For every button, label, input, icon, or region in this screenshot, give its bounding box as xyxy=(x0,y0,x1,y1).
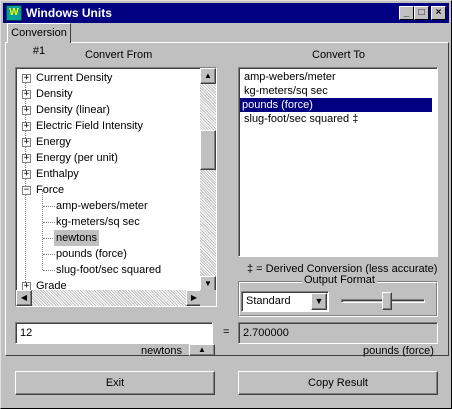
input-value-field[interactable]: 12 xyxy=(15,322,213,344)
list-item[interactable]: slug-foot/sec squared ‡ xyxy=(242,112,360,126)
list-item-label: pounds (force) xyxy=(242,99,313,111)
result-value-field: 2.700000 xyxy=(238,322,438,344)
tree-connector xyxy=(43,206,55,207)
precision-slider[interactable] xyxy=(339,291,427,312)
tree-item-label: Energy xyxy=(36,136,71,148)
expand-icon[interactable]: + xyxy=(22,74,31,83)
output-format-label: Output Format xyxy=(302,274,377,286)
expand-icon[interactable]: + xyxy=(22,106,31,115)
copy-result-button-label: Copy Result xyxy=(308,377,368,389)
app-icon[interactable]: W xyxy=(6,5,22,21)
format-select-value: Standard xyxy=(246,295,291,307)
input-unit-label: newtons xyxy=(141,345,182,357)
scroll-thumb[interactable] xyxy=(200,130,216,170)
convert-to-list[interactable]: amp-webers/meter kg-meters/sq sec pounds… xyxy=(238,67,438,257)
expand-icon[interactable]: + xyxy=(22,90,31,99)
slider-thumb[interactable] xyxy=(381,292,392,310)
list-item-label: slug-foot/sec squared ‡ xyxy=(244,113,359,125)
window-title: Windows Units xyxy=(26,6,112,20)
expand-icon[interactable]: + xyxy=(22,170,31,179)
tree-leaf-label: slug-foot/sec squared xyxy=(56,264,162,276)
tree-horizontal-scrollbar[interactable]: ◀ ▶ xyxy=(16,290,202,306)
up-arrow-icon[interactable]: ▲ xyxy=(189,344,215,356)
maximize-button[interactable]: □ xyxy=(414,6,429,20)
expand-icon[interactable]: + xyxy=(22,122,31,131)
list-item-label: amp-webers/meter xyxy=(244,71,336,83)
minimize-button[interactable]: _ xyxy=(399,6,414,20)
list-item-selected[interactable]: pounds (force) xyxy=(240,98,432,112)
tree-leaf-selected[interactable]: newtons xyxy=(54,230,99,246)
app-window: W Windows Units _ □ × Conversion #1 Conv… xyxy=(0,0,452,409)
close-button[interactable]: × xyxy=(431,6,446,20)
tree-item-label: Force xyxy=(36,184,65,196)
tree-item-label: Electric Field Intensity xyxy=(36,120,143,132)
tree-leaf-label: pounds (force) xyxy=(56,248,127,260)
tree-item-label: Current Density xyxy=(36,72,113,84)
tree-connector xyxy=(42,190,43,270)
exit-button-label: Exit xyxy=(105,377,125,389)
unit-tree[interactable]: + Current Density + Density + Density (l… xyxy=(15,67,217,307)
tree-item-label: Density (linear) xyxy=(36,104,110,116)
list-item[interactable]: amp-webers/meter xyxy=(242,70,338,84)
collapse-icon[interactable]: − xyxy=(22,186,31,195)
title-bar[interactable]: W Windows Units _ □ × xyxy=(3,3,449,23)
expand-icon[interactable]: + xyxy=(22,154,31,163)
equals-sign: = xyxy=(223,326,230,338)
result-value-text: 2.700000 xyxy=(243,327,289,339)
list-item[interactable]: kg-meters/sq sec xyxy=(242,84,330,98)
result-unit-label: pounds (force) xyxy=(363,345,434,357)
tree-connector xyxy=(43,270,55,271)
input-value-text: 12 xyxy=(20,327,33,339)
tree-leaf-label: amp-webers/meter xyxy=(56,200,148,212)
tab-conversion-1[interactable]: Conversion #1 xyxy=(7,23,71,57)
copy-result-button[interactable]: Copy Result xyxy=(238,371,438,395)
tree-leaf[interactable]: pounds (force) xyxy=(56,246,127,262)
tree-leaf[interactable]: kg-meters/sq sec xyxy=(56,214,140,230)
tree-item-label: Density xyxy=(36,88,73,100)
tree-leaf-label: newtons xyxy=(56,232,97,244)
scroll-left-button[interactable]: ◀ xyxy=(16,290,32,306)
scroll-up-button[interactable]: ▲ xyxy=(200,68,216,84)
tree-leaf-label: kg-meters/sq sec xyxy=(56,216,140,228)
convert-from-heading: Convert From xyxy=(85,49,153,61)
tree-connector xyxy=(43,254,55,255)
tree-connector xyxy=(43,222,55,223)
tree-leaf[interactable]: amp-webers/meter xyxy=(56,198,148,214)
tree-item-label: Energy (per unit) xyxy=(36,152,118,164)
convert-to-heading: Convert To xyxy=(312,49,365,61)
chevron-down-icon[interactable]: ▼ xyxy=(311,293,327,310)
tree-vertical-scrollbar[interactable]: ▲ ▼ xyxy=(200,68,216,292)
exit-button[interactable]: Exit xyxy=(15,371,215,395)
format-select[interactable]: Standard ▼ xyxy=(241,291,329,312)
scrollbar-corner xyxy=(200,290,216,306)
tree-leaf[interactable]: slug-foot/sec squared xyxy=(56,262,161,278)
expand-icon[interactable]: + xyxy=(22,138,31,147)
list-item-label: kg-meters/sq sec xyxy=(244,85,328,97)
tree-item-label: Enthalpy xyxy=(36,168,79,180)
